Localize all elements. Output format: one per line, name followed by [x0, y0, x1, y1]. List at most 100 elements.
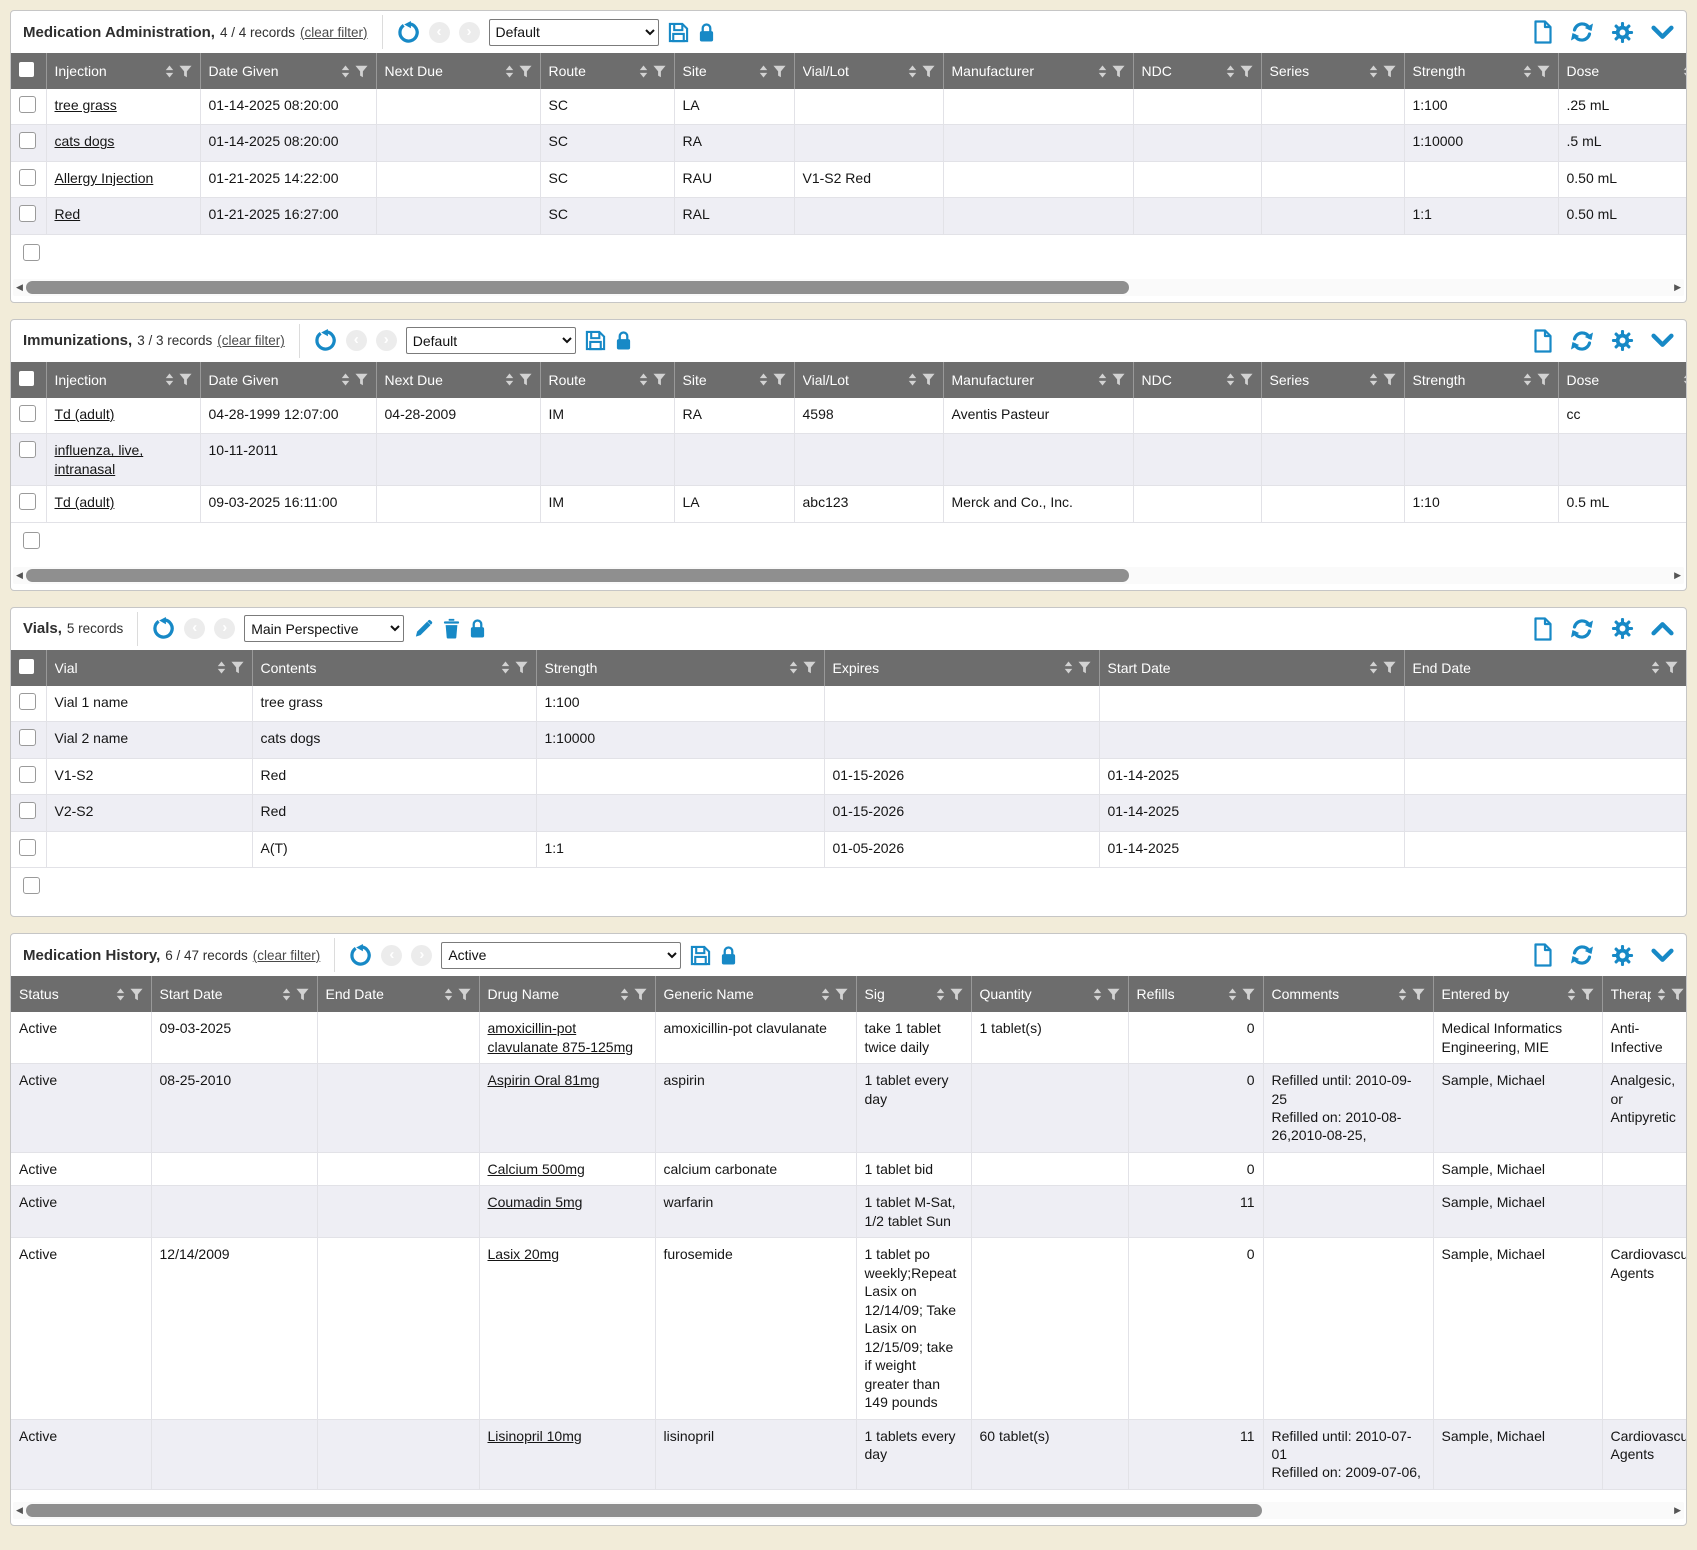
- column-header-5[interactable]: Sig: [856, 976, 971, 1012]
- filter-icon[interactable]: [653, 373, 666, 386]
- perspective-select[interactable]: Main Perspective: [244, 615, 404, 642]
- refresh-icon[interactable]: [1570, 617, 1594, 641]
- sort-icon[interactable]: [637, 373, 650, 386]
- delete-trash-icon[interactable]: [443, 618, 460, 639]
- filter-icon[interactable]: [1581, 988, 1594, 1001]
- filter-icon[interactable]: [1107, 988, 1120, 1001]
- filter-icon[interactable]: [1537, 65, 1550, 78]
- column-header-6[interactable]: Quantity: [971, 976, 1128, 1012]
- horizontal-scrollbar[interactable]: ◀ ▶: [13, 567, 1684, 584]
- column-header-0[interactable]: Vial: [46, 650, 252, 686]
- row-checkbox[interactable]: [19, 169, 36, 186]
- sort-icon[interactable]: [503, 65, 516, 78]
- filter-icon[interactable]: [458, 988, 471, 1001]
- column-header-2[interactable]: End Date: [317, 976, 479, 1012]
- filter-icon[interactable]: [515, 661, 528, 674]
- row-checkbox[interactable]: [19, 441, 36, 458]
- column-header-5[interactable]: Vial/Lot: [794, 362, 943, 398]
- drug-name-link[interactable]: amoxicillin-pot clavulanate 875-125mg: [488, 1020, 634, 1054]
- injection-link[interactable]: cats dogs: [55, 133, 115, 149]
- horizontal-scrollbar[interactable]: ◀ ▶: [13, 1502, 1684, 1519]
- refresh-icon[interactable]: [1570, 943, 1594, 967]
- sort-icon[interactable]: [1649, 661, 1662, 674]
- column-header-6[interactable]: Manufacturer: [943, 362, 1133, 398]
- clear-filter-link[interactable]: (clear filter): [300, 25, 368, 40]
- sort-icon[interactable]: [114, 988, 127, 1001]
- sort-icon[interactable]: [280, 988, 293, 1001]
- sort-icon[interactable]: [1224, 373, 1237, 386]
- column-header-6[interactable]: Manufacturer: [943, 53, 1133, 89]
- injection-link[interactable]: tree grass: [55, 97, 117, 113]
- save-icon[interactable]: [585, 329, 606, 352]
- column-header-10[interactable]: Dose: [1558, 53, 1686, 89]
- column-header-8[interactable]: Series: [1261, 53, 1404, 89]
- filter-icon[interactable]: [519, 65, 532, 78]
- lock-icon[interactable]: [469, 618, 486, 639]
- sort-icon[interactable]: [1681, 65, 1686, 78]
- undo-icon[interactable]: [349, 944, 372, 967]
- save-icon[interactable]: [690, 944, 711, 967]
- column-header-0[interactable]: Status: [11, 976, 151, 1012]
- lock-icon[interactable]: [720, 945, 737, 966]
- column-header-7[interactable]: NDC: [1133, 53, 1261, 89]
- column-header-2[interactable]: Strength: [536, 650, 824, 686]
- filter-icon[interactable]: [1537, 373, 1550, 386]
- column-header-7[interactable]: Refills: [1128, 976, 1263, 1012]
- perspective-select[interactable]: Active: [441, 942, 681, 969]
- settings-gear-icon[interactable]: [1611, 329, 1634, 352]
- column-header-0[interactable]: Injection: [46, 362, 200, 398]
- sort-icon[interactable]: [1367, 65, 1380, 78]
- column-header-9[interactable]: Entered by: [1433, 976, 1602, 1012]
- sort-icon[interactable]: [163, 65, 176, 78]
- sort-icon[interactable]: [1367, 661, 1380, 674]
- column-header-0[interactable]: Injection: [46, 53, 200, 89]
- column-header-4[interactable]: Site: [674, 362, 794, 398]
- filter-icon[interactable]: [1240, 373, 1253, 386]
- column-header-5[interactable]: Vial/Lot: [794, 53, 943, 89]
- lock-icon[interactable]: [615, 330, 632, 351]
- column-header-5[interactable]: End Date: [1404, 650, 1686, 686]
- sort-icon[interactable]: [1091, 988, 1104, 1001]
- column-header-9[interactable]: Strength: [1404, 362, 1558, 398]
- empty-row-checkbox[interactable]: [23, 532, 40, 549]
- drug-name-link[interactable]: Calcium 500mg: [488, 1161, 585, 1177]
- filter-icon[interactable]: [1383, 373, 1396, 386]
- horizontal-scrollbar[interactable]: ◀ ▶: [13, 279, 1684, 296]
- new-record-icon[interactable]: [1533, 329, 1553, 353]
- column-header-1[interactable]: Date Given: [200, 362, 376, 398]
- column-header-10[interactable]: Therapeutic: [1602, 976, 1686, 1012]
- sort-icon[interactable]: [934, 988, 947, 1001]
- scroll-left-icon[interactable]: ◀: [13, 279, 26, 296]
- sort-icon[interactable]: [1224, 65, 1237, 78]
- filter-icon[interactable]: [950, 988, 963, 1001]
- injection-link[interactable]: Red: [55, 206, 81, 222]
- filter-icon[interactable]: [1242, 988, 1255, 1001]
- sort-icon[interactable]: [1521, 65, 1534, 78]
- row-checkbox[interactable]: [19, 839, 36, 856]
- prev-page-icon[interactable]: ‹: [429, 22, 450, 43]
- sort-icon[interactable]: [503, 373, 516, 386]
- injection-link[interactable]: Td (adult): [55, 406, 115, 422]
- expand-chevron-icon[interactable]: [1651, 621, 1674, 636]
- filter-icon[interactable]: [1383, 65, 1396, 78]
- prev-page-icon[interactable]: ‹: [346, 330, 367, 351]
- empty-row-checkbox[interactable]: [23, 877, 40, 894]
- row-checkbox[interactable]: [19, 493, 36, 510]
- sort-icon[interactable]: [339, 65, 352, 78]
- column-header-9[interactable]: Strength: [1404, 53, 1558, 89]
- undo-icon[interactable]: [397, 21, 420, 44]
- sort-icon[interactable]: [1226, 988, 1239, 1001]
- row-checkbox[interactable]: [19, 405, 36, 422]
- select-all-checkbox[interactable]: [11, 650, 46, 686]
- row-checkbox[interactable]: [19, 205, 36, 222]
- prev-page-icon[interactable]: ‹: [381, 945, 402, 966]
- sort-icon[interactable]: [1521, 373, 1534, 386]
- scroll-right-icon[interactable]: ▶: [1671, 279, 1684, 296]
- filter-icon[interactable]: [835, 988, 848, 1001]
- column-header-3[interactable]: Expires: [824, 650, 1099, 686]
- injection-link[interactable]: Allergy Injection: [55, 170, 154, 186]
- drug-name-link[interactable]: Aspirin Oral 81mg: [488, 1072, 600, 1088]
- settings-gear-icon[interactable]: [1611, 21, 1634, 44]
- column-header-2[interactable]: Next Due: [376, 53, 540, 89]
- scroll-right-icon[interactable]: ▶: [1671, 1502, 1684, 1519]
